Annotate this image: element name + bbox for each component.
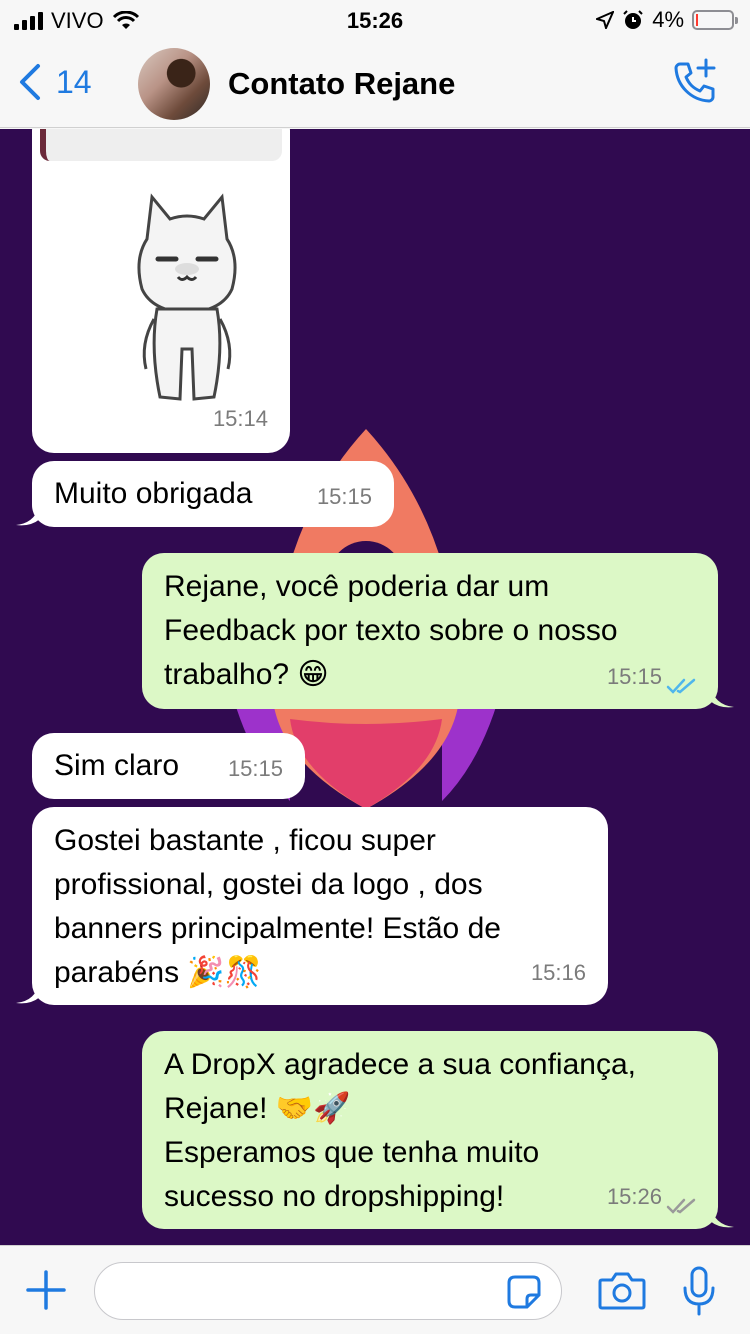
status-bar: VIVO 15:26 4% [0,0,750,40]
location-arrow-icon [596,11,615,29]
incoming-message[interactable]: Muito obrigada 15:15 [16,461,394,527]
microphone-icon[interactable] [682,1266,716,1316]
plus-icon[interactable] [26,1270,66,1310]
quoted-sticker-preview [40,129,282,161]
bubble-tail [710,685,734,708]
outgoing-message[interactable]: Rejane, você poderia dar um Feedback por… [142,553,734,709]
chevron-left-icon [20,64,40,100]
message-time: 15:16 [530,960,586,985]
message-text: Rejane! 🤝🚀 [164,1092,351,1125]
message-input-wrapper [94,1262,562,1320]
message-input[interactable] [115,1273,495,1309]
message-text: Esperamos que tenha muito [164,1136,540,1169]
message-time: 15:15 [606,664,662,689]
outgoing-message[interactable]: A DropX agradece a sua confiança, Rejane… [142,1031,734,1229]
message-text: Gostei bastante , ficou super [54,824,436,857]
message-text: Sim claro [54,749,180,782]
cat-sticker-image [137,193,237,401]
chat-header: 14 Contato Rejane [0,40,750,128]
message-time: 15:14 [212,406,268,431]
message-text: sucesso no dropshipping! [164,1180,505,1213]
sticker-icon[interactable] [507,1275,541,1309]
message-text: Muito obrigada [54,477,253,510]
battery-icon [692,10,738,30]
message-text: parabéns 🎉🎊 [54,956,263,989]
message-list[interactable]: 15:14 Muito obrigada 15:15 Rejane, você … [0,129,750,1245]
message-text: banners principalmente! Estão de [54,912,501,945]
message-text: A DropX agradece a sua confiança, [164,1048,636,1081]
status-right: 4% [596,7,738,33]
unread-count: 14 [56,63,92,100]
message-text: Rejane, você poderia dar um [164,570,550,603]
add-call-icon[interactable] [670,58,718,106]
camera-icon[interactable] [598,1270,646,1310]
message-time: 15:15 [227,756,283,781]
message-text: profissional, gostei da logo , dos [54,868,483,901]
battery-percent: 4% [652,7,684,32]
message-time: 15:15 [316,484,372,509]
alarm-clock-icon [623,10,643,29]
message-text: Feedback por texto sobre o nosso [164,614,618,647]
message-composer [0,1245,750,1334]
read-double-check-icon [666,678,696,694]
message-text: trabalho? 😁 [164,658,329,691]
message-time: 15:26 [606,1184,662,1209]
delivered-double-check-icon [666,1198,696,1214]
bubble-tail [16,981,40,1004]
sticker-message[interactable]: 15:14 [32,129,290,453]
contact-name[interactable]: Contato Rejane [228,66,455,102]
back-button[interactable]: 14 [18,62,92,102]
bubble-tail [16,503,40,526]
avatar[interactable] [138,48,210,120]
incoming-message[interactable]: Sim claro 15:15 [32,733,305,799]
bubble-tail [710,1205,734,1228]
incoming-message[interactable]: Gostei bastante , ficou super profission… [16,807,608,1005]
